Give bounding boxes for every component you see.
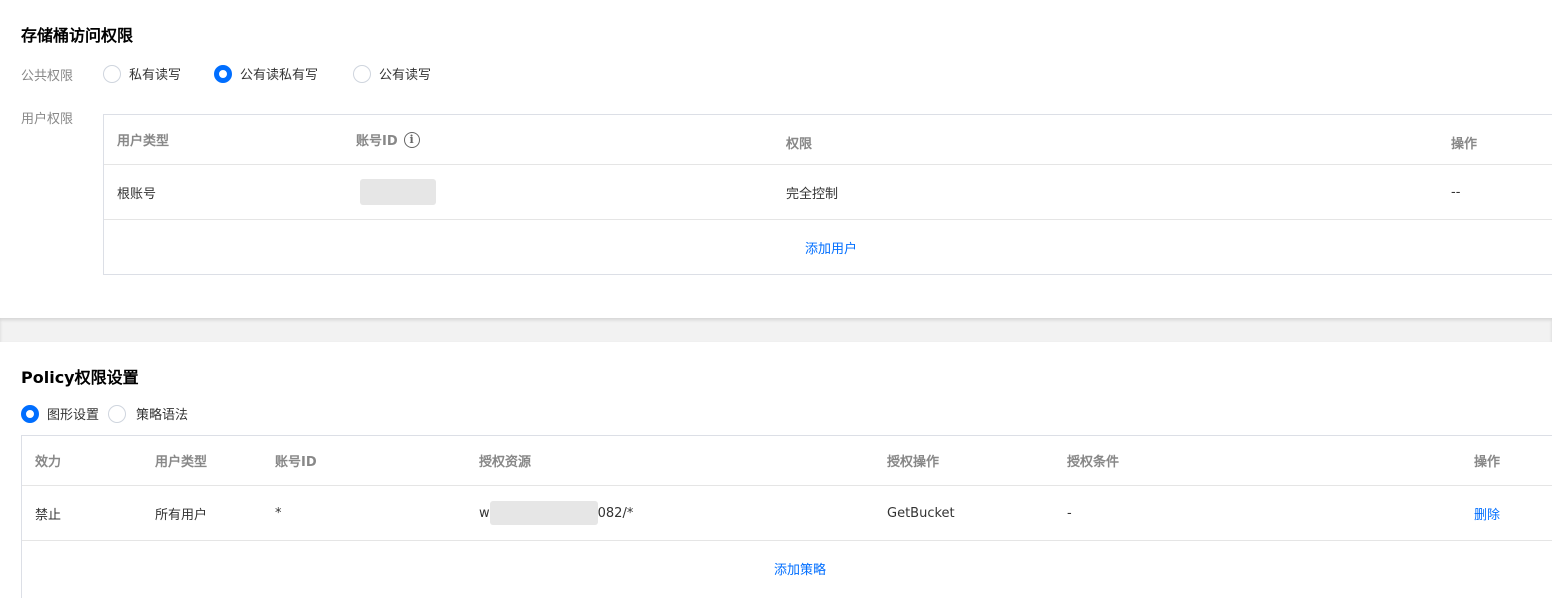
header-account-id: 账号ID xyxy=(275,455,317,470)
header-operation: 操作 xyxy=(1451,137,1478,152)
header-user-type: 用户类型 xyxy=(155,455,208,470)
header-operation: 操作 xyxy=(1474,455,1501,470)
table-header-row: 效力 用户类型 账号ID 授权资源 授权操作 授权条件 操作 xyxy=(22,436,1552,486)
add-user-container: 添加用户 xyxy=(104,220,1552,274)
radio-public-rw[interactable]: 公有读写 xyxy=(353,64,431,83)
bucket-acl-section: 存储桶访问权限 公共权限 私有读写 公有读私有写 公有读写 用户权限 用户类型 … xyxy=(0,0,1552,318)
header-resource: 授权资源 xyxy=(479,455,532,470)
radio-graphic-mode[interactable]: 图形设置 xyxy=(21,404,99,423)
radio-checked-icon xyxy=(214,64,232,83)
section-divider xyxy=(0,318,1552,342)
cell-user-type: 根账号 xyxy=(117,186,157,202)
radio-checked-icon xyxy=(21,404,39,423)
radio-private-rw[interactable]: 私有读写 xyxy=(103,64,181,83)
add-user-link[interactable]: 添加用户 xyxy=(805,238,857,257)
radio-label: 策略语法 xyxy=(136,408,189,423)
cell-resource: w 082/* xyxy=(479,486,633,540)
cell-action: GetBucket xyxy=(887,505,955,521)
header-account-id: 账号ID i xyxy=(356,115,420,164)
resource-prefix: w xyxy=(479,505,490,521)
policy-section: Policy权限设置 图形设置 策略语法 效力 用户类型 账号ID 授权资源 授… xyxy=(0,342,1552,598)
radio-label: 私有读写 xyxy=(129,68,182,83)
header-effect: 效力 xyxy=(35,455,62,470)
page: 存储桶访问权限 公共权限 私有读写 公有读私有写 公有读写 用户权限 用户类型 … xyxy=(0,0,1552,598)
add-policy-row: 添加策略 xyxy=(22,541,1552,596)
cell-user-type: 所有用户 xyxy=(155,507,208,523)
radio-circle-icon xyxy=(108,404,126,423)
add-policy-container: 添加策略 xyxy=(22,541,1552,596)
radio-circle-icon xyxy=(103,64,121,83)
table-row: 禁止 所有用户 * w 082/* GetBucket - 删除 xyxy=(22,486,1552,541)
cell-account-id: * xyxy=(275,505,282,521)
radio-circle-icon xyxy=(353,64,371,83)
add-user-row: 添加用户 xyxy=(104,220,1552,274)
cell-operation: -- xyxy=(1451,184,1461,200)
policy-table: 效力 用户类型 账号ID 授权资源 授权操作 授权条件 操作 禁止 所有用户 *… xyxy=(21,435,1552,598)
header-action: 授权操作 xyxy=(887,455,940,470)
cell-effect: 禁止 xyxy=(35,507,62,523)
public-acl-label: 公共权限 xyxy=(21,69,74,84)
header-user-type: 用户类型 xyxy=(117,134,170,149)
radio-label: 公有读私有写 xyxy=(240,68,319,83)
info-icon[interactable]: i xyxy=(403,131,420,148)
cell-permission: 完全控制 xyxy=(786,186,839,202)
cell-condition: - xyxy=(1067,505,1072,521)
table-row: 根账号 完全控制 -- xyxy=(104,165,1552,220)
delete-policy-link[interactable]: 删除 xyxy=(1474,504,1500,523)
redacted-mask xyxy=(489,501,598,525)
cell-operation: 删除 xyxy=(1474,486,1500,540)
cell-account-id-masked xyxy=(360,165,436,219)
user-acl-table: 用户类型 账号ID i 权限 操作 根账号 完全控制 -- 添加用户 xyxy=(103,114,1552,275)
table-header-row: 用户类型 账号ID i 权限 操作 xyxy=(104,115,1552,165)
user-acl-label: 用户权限 xyxy=(21,112,74,127)
radio-label: 公有读写 xyxy=(379,68,432,83)
radio-policy-syntax[interactable]: 策略语法 xyxy=(108,404,188,423)
add-policy-link[interactable]: 添加策略 xyxy=(774,559,826,578)
header-account-id-text: 账号ID xyxy=(356,134,398,149)
radio-public-read-private-write[interactable]: 公有读私有写 xyxy=(214,64,318,83)
redacted-mask xyxy=(360,179,436,205)
bucket-acl-title: 存储桶访问权限 xyxy=(21,26,134,45)
resource-suffix: 082/* xyxy=(597,505,634,521)
policy-title: Policy权限设置 xyxy=(21,368,139,387)
header-condition: 授权条件 xyxy=(1067,455,1120,470)
radio-label: 图形设置 xyxy=(47,408,100,423)
header-permission: 权限 xyxy=(786,137,813,152)
